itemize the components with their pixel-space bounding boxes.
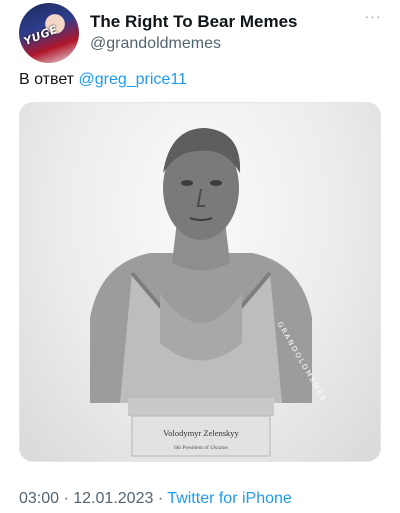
author-name[interactable]: The Right To Bear Memes xyxy=(90,12,298,32)
reply-context: В ответ @greg_price11 xyxy=(19,71,187,89)
tweet-source-link[interactable]: Twitter for iPhone xyxy=(167,490,292,507)
meta-separator: · xyxy=(157,490,164,507)
tweet-meta: 03:00 · 12.01.2023 · Twitter for iPhone xyxy=(19,490,292,508)
plaque-subtitle: 6th President of Ukraine xyxy=(174,444,228,451)
tweet-image[interactable]: Volodymyr Zelenskyy 6th President of Ukr… xyxy=(19,102,381,462)
tweet-date[interactable]: 12.01.2023 xyxy=(73,490,153,507)
author-handle[interactable]: @grandoldmemes xyxy=(90,35,221,53)
bust-statue-image: Volodymyr Zelenskyy 6th President of Ukr… xyxy=(90,128,328,457)
more-options-icon[interactable]: ··· xyxy=(362,8,384,28)
author-avatar[interactable]: YUGE xyxy=(19,3,79,63)
reply-prefix: В ответ xyxy=(19,71,75,88)
avatar-badge-text: YUGE xyxy=(21,22,60,49)
reply-mention-link[interactable]: @greg_price11 xyxy=(78,71,186,88)
meta-separator: · xyxy=(63,490,69,507)
tweet-time[interactable]: 03:00 xyxy=(19,490,59,507)
tweet-header: YUGE The Right To Bear Memes @grandoldme… xyxy=(0,0,400,70)
plaque-name: Volodymyr Zelenskyy xyxy=(163,428,239,438)
